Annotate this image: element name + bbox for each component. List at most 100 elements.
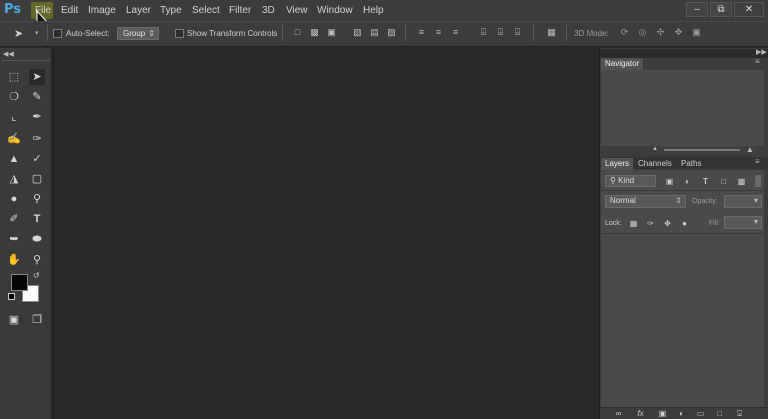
align-right-edges-icon[interactable]: ▨	[386, 27, 397, 38]
eraser-tool-icon[interactable]: ◮	[6, 171, 22, 187]
menu-image[interactable]: Image	[88, 0, 116, 21]
path-selection-tool-icon[interactable]: ➥	[6, 231, 22, 247]
panel-menu-icon[interactable]: ≡	[755, 57, 760, 66]
menu-help[interactable]: Help	[363, 0, 384, 21]
default-colors-icon[interactable]	[8, 293, 15, 300]
menu-filter[interactable]: Filter	[229, 0, 251, 21]
clone-stamp-tool-icon[interactable]: ▲	[6, 151, 22, 167]
fill-input[interactable]: ▾	[724, 216, 762, 229]
hand-tool-icon[interactable]: ✋	[6, 252, 22, 268]
menu-select[interactable]: Select	[192, 0, 220, 21]
marquee-tool-icon[interactable]: ⬚	[6, 69, 22, 85]
scale-3d-icon[interactable]: ▣	[691, 27, 702, 38]
new-group-icon[interactable]: ▭	[696, 409, 705, 418]
opacity-label: Opacity:	[692, 198, 718, 205]
collapse-dock-icon[interactable]: ▶▶	[756, 48, 767, 56]
layer-filter-dropdown[interactable]: ⚲ Kind	[605, 175, 656, 187]
filter-toggle[interactable]	[755, 175, 761, 187]
menu-edit[interactable]: Edit	[61, 0, 78, 21]
history-brush-tool-icon[interactable]: ✓	[29, 151, 45, 167]
distribute-top-icon[interactable]: ≡	[416, 27, 427, 38]
rotate-3d-icon[interactable]: ⟳	[619, 27, 630, 38]
screen-mode-icon[interactable]: ❐	[29, 312, 45, 328]
blend-mode-dropdown[interactable]: Normal ⇕	[605, 195, 686, 208]
opacity-input[interactable]: ▾	[724, 195, 762, 208]
auto-align-layers-icon[interactable]: ▦	[546, 27, 557, 38]
align-left-edges-icon[interactable]: ▧	[352, 27, 363, 38]
blend-mode-value: Normal	[610, 196, 636, 205]
align-vertical-centers-icon[interactable]: ▩	[309, 27, 320, 38]
zoom-out-icon[interactable]: ▲	[652, 146, 658, 152]
restore-icon[interactable]: ⧉	[710, 2, 732, 17]
collapse-toolbar-icon[interactable]: ◀◀	[3, 50, 14, 58]
add-mask-icon[interactable]: ▣	[658, 409, 667, 418]
distribute-left-icon[interactable]: ⌹	[478, 27, 489, 38]
distribute-vertical-centers-icon[interactable]: ≡	[433, 27, 444, 38]
link-layers-icon[interactable]: ∞	[614, 409, 623, 418]
spot-healing-tool-icon[interactable]: ✍	[6, 131, 22, 147]
dodge-tool-icon[interactable]: ⚲	[29, 191, 45, 207]
chevron-down-icon[interactable]: ▾	[35, 29, 39, 37]
align-top-edges-icon[interactable]: □	[292, 27, 303, 38]
align-horizontal-centers-icon[interactable]: ▤	[369, 27, 380, 38]
drag-3d-icon[interactable]: ✣	[655, 27, 666, 38]
adjustment-layer-filter-icon[interactable]: ◐	[683, 177, 692, 186]
filter-kind-label: Kind	[618, 176, 635, 185]
move-tool-preset-icon[interactable]: ➤	[14, 27, 23, 40]
gradient-tool-icon[interactable]: ▢	[29, 171, 45, 187]
minimize-icon[interactable]: –	[686, 2, 708, 17]
lock-image-pixels-icon[interactable]: ✑	[646, 219, 655, 228]
layer-style-icon[interactable]: fx	[636, 409, 645, 418]
close-icon[interactable]: ✕	[734, 2, 764, 17]
auto-select-checkbox[interactable]	[53, 29, 62, 38]
menu-type[interactable]: Type	[160, 0, 182, 21]
lasso-tool-icon[interactable]: ❍	[6, 89, 22, 105]
tab-navigator[interactable]: Navigator	[601, 58, 644, 70]
slide-3d-icon[interactable]: ✥	[673, 27, 684, 38]
distribute-right-icon[interactable]: ⌹	[512, 27, 523, 38]
zoom-slider-track[interactable]	[664, 149, 740, 151]
pixel-layer-filter-icon[interactable]: ▣	[665, 177, 674, 186]
new-layer-icon[interactable]: □	[715, 409, 724, 418]
roll-3d-icon[interactable]: ◎	[637, 27, 648, 38]
pen-tool-icon[interactable]: ✐	[6, 211, 22, 227]
move-tool-icon[interactable]: ➤	[29, 69, 45, 85]
dropdown-arrow-icon: ⇕	[675, 196, 682, 205]
blur-tool-icon[interactable]: ●	[6, 191, 22, 207]
menu-3d[interactable]: 3D	[262, 0, 275, 21]
menu-window[interactable]: Window	[317, 0, 353, 21]
lock-position-icon[interactable]: ✥	[663, 219, 672, 228]
foreground-color-swatch[interactable]	[11, 274, 28, 291]
zoom-in-icon[interactable]: ▲	[746, 145, 754, 154]
align-bottom-edges-icon[interactable]: ▣	[326, 27, 337, 38]
divider	[566, 25, 567, 41]
shape-layer-filter-icon[interactable]: □	[719, 177, 728, 186]
panel-menu-icon[interactable]: ≡	[755, 157, 760, 166]
divider	[47, 25, 48, 41]
lock-transparent-pixels-icon[interactable]: ▦	[629, 219, 638, 228]
options-bar	[0, 21, 768, 47]
auto-select-target-dropdown[interactable]: Group ⇕	[117, 27, 159, 40]
eyedropper-tool-icon[interactable]: ✒	[29, 109, 45, 125]
delete-layer-icon[interactable]: ⌺	[735, 409, 744, 418]
type-tool-icon[interactable]: T	[29, 211, 45, 227]
show-transform-checkbox[interactable]	[175, 29, 184, 38]
quick-mask-icon[interactable]: ▣	[6, 312, 22, 328]
menu-view[interactable]: View	[286, 0, 308, 21]
quick-selection-tool-icon[interactable]: ✎	[29, 89, 45, 105]
tab-channels[interactable]: Channels	[634, 158, 676, 170]
adjustment-layer-icon[interactable]: ◐	[677, 409, 686, 418]
tab-paths[interactable]: Paths	[677, 158, 705, 170]
crop-tool-icon[interactable]: ⌞	[6, 109, 22, 125]
swap-colors-icon[interactable]: ↺	[33, 271, 40, 280]
menu-layer[interactable]: Layer	[126, 0, 151, 21]
lock-all-icon[interactable]: ●	[680, 219, 689, 228]
distribute-horizontal-centers-icon[interactable]: ⌹	[495, 27, 506, 38]
tab-layers[interactable]: Layers	[601, 158, 634, 170]
distribute-bottom-icon[interactable]: ≡	[450, 27, 461, 38]
smart-object-filter-icon[interactable]: ▩	[737, 177, 746, 186]
brush-tool-icon[interactable]: ✑	[29, 131, 45, 147]
type-layer-filter-icon[interactable]: T	[701, 177, 710, 186]
ellipse-tool-icon[interactable]: ⬬	[29, 231, 45, 247]
zoom-tool-icon[interactable]: ⚲	[29, 252, 45, 268]
